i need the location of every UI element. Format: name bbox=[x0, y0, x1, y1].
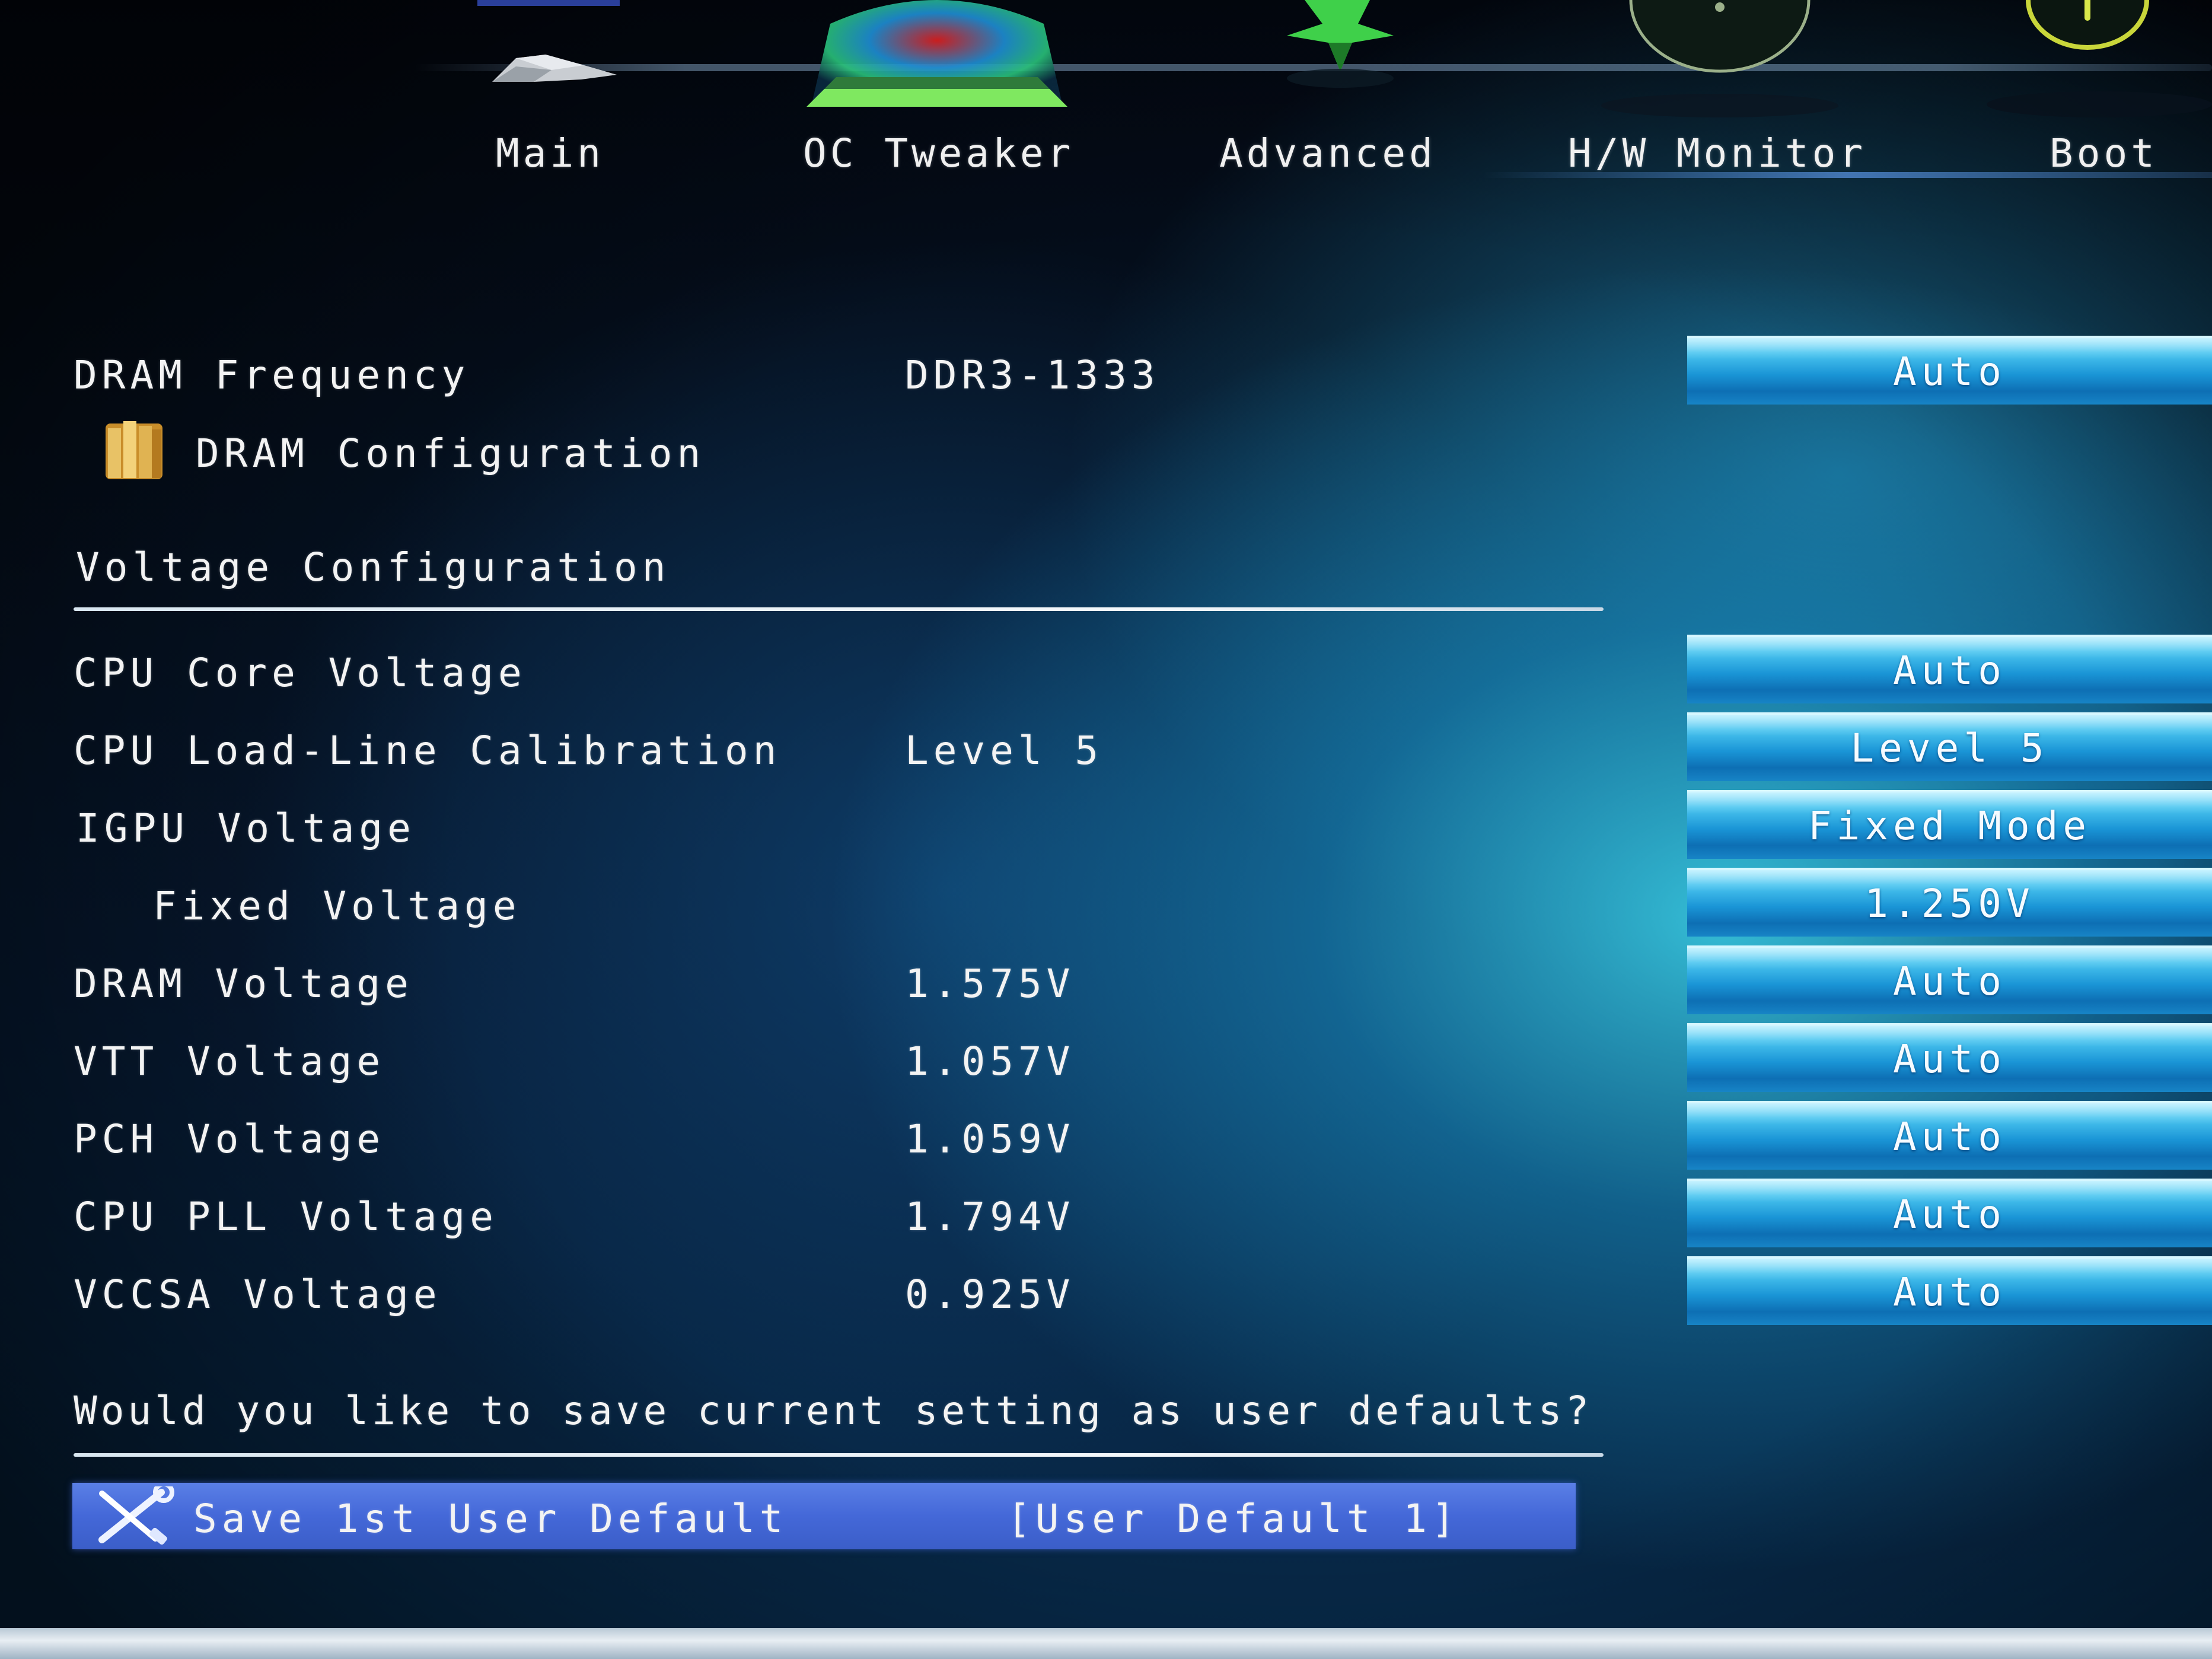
tab-advanced[interactable]: Advanced bbox=[1216, 0, 1465, 184]
pch-voltage-label: PCH Voltage bbox=[74, 1116, 385, 1162]
wrench-screwdriver-icon bbox=[98, 1486, 174, 1545]
cpu-llc-label: CPU Load-Line Calibration bbox=[74, 728, 782, 773]
dram-voltage-value: 1.575V bbox=[905, 961, 1075, 1007]
dram-voltage-option-button[interactable]: Auto bbox=[1687, 945, 2212, 1014]
vtt-voltage-option-button[interactable]: Auto bbox=[1687, 1023, 2212, 1092]
dram-frequency-option-button[interactable]: Auto bbox=[1687, 336, 2212, 405]
tab-main-label: Main bbox=[496, 130, 604, 176]
bottom-status-bar bbox=[0, 1628, 2212, 1659]
tab-oc-tweaker[interactable]: OC Tweaker bbox=[795, 0, 1079, 184]
cpu-pll-voltage-option-button[interactable]: Auto bbox=[1687, 1179, 2212, 1247]
vtt-voltage-value: 1.057V bbox=[905, 1039, 1075, 1084]
cpu-llc-option-button[interactable]: Level 5 bbox=[1687, 712, 2212, 781]
igpu-voltage-label: IGPU Voltage bbox=[76, 805, 416, 851]
cpu-core-voltage-label: CPU Core Voltage bbox=[74, 650, 527, 696]
tab-oc-tweaker-label: OC Tweaker bbox=[803, 130, 1075, 176]
cpu-pll-voltage-value: 1.794V bbox=[905, 1194, 1075, 1240]
cpu-core-voltage-option-button[interactable]: Auto bbox=[1687, 635, 2212, 703]
dram-frequency-value: DDR3-1333 bbox=[905, 352, 1160, 398]
vtt-voltage-label: VTT Voltage bbox=[74, 1039, 385, 1084]
save-1st-user-default-value: [User Default 1] bbox=[1007, 1496, 1460, 1542]
folder-icon bbox=[106, 421, 162, 479]
tab-boot[interactable]: Boot bbox=[1981, 0, 2212, 184]
star-icon bbox=[1287, 0, 1394, 88]
vccsa-voltage-label: VCCSA Voltage bbox=[74, 1272, 442, 1317]
chip-icon bbox=[477, 0, 620, 82]
user-defaults-prompt: Would you like to save current setting a… bbox=[74, 1388, 1593, 1434]
igpu-voltage-option-button[interactable]: Fixed Mode bbox=[1687, 790, 2212, 859]
top-navigation: Main OC Tweaker Advanced H/W Monitor Boo… bbox=[0, 0, 2212, 196]
vccsa-voltage-option-button[interactable]: Auto bbox=[1687, 1256, 2212, 1325]
voltage-configuration-header: Voltage Configuration bbox=[76, 544, 671, 590]
save-1st-user-default-item[interactable]: Save 1st User Default [User Default 1] bbox=[72, 1483, 1576, 1549]
vccsa-voltage-value: 0.925V bbox=[905, 1272, 1075, 1317]
tab-hw-monitor[interactable]: H/W Monitor bbox=[1566, 0, 1874, 184]
pch-voltage-value: 1.059V bbox=[905, 1116, 1075, 1162]
voltage-section-divider bbox=[74, 607, 1604, 611]
tab-hw-monitor-label: H/W Monitor bbox=[1568, 130, 1867, 176]
dram-frequency-label: DRAM Frequency bbox=[74, 352, 470, 398]
tab-boot-label: Boot bbox=[2050, 130, 2158, 176]
save-1st-user-default-label: Save 1st User Default bbox=[193, 1496, 788, 1542]
cpu-llc-value: Level 5 bbox=[905, 728, 1104, 773]
fixed-voltage-label: Fixed Voltage bbox=[153, 883, 521, 929]
dram-voltage-label: DRAM Voltage bbox=[74, 961, 413, 1007]
tab-advanced-label: Advanced bbox=[1219, 130, 1436, 176]
fixed-voltage-option-button[interactable]: 1.250V bbox=[1687, 868, 2212, 937]
user-defaults-divider bbox=[74, 1453, 1604, 1457]
dram-configuration-label: DRAM Configuration bbox=[196, 431, 706, 476]
gauge-icon bbox=[807, 0, 1067, 107]
cpu-pll-voltage-label: CPU PLL Voltage bbox=[74, 1194, 499, 1240]
tab-main[interactable]: Main bbox=[463, 0, 652, 184]
power-icon bbox=[1987, 0, 2212, 117]
monitor-gauge-icon bbox=[1601, 0, 1838, 117]
pch-voltage-option-button[interactable]: Auto bbox=[1687, 1101, 2212, 1170]
